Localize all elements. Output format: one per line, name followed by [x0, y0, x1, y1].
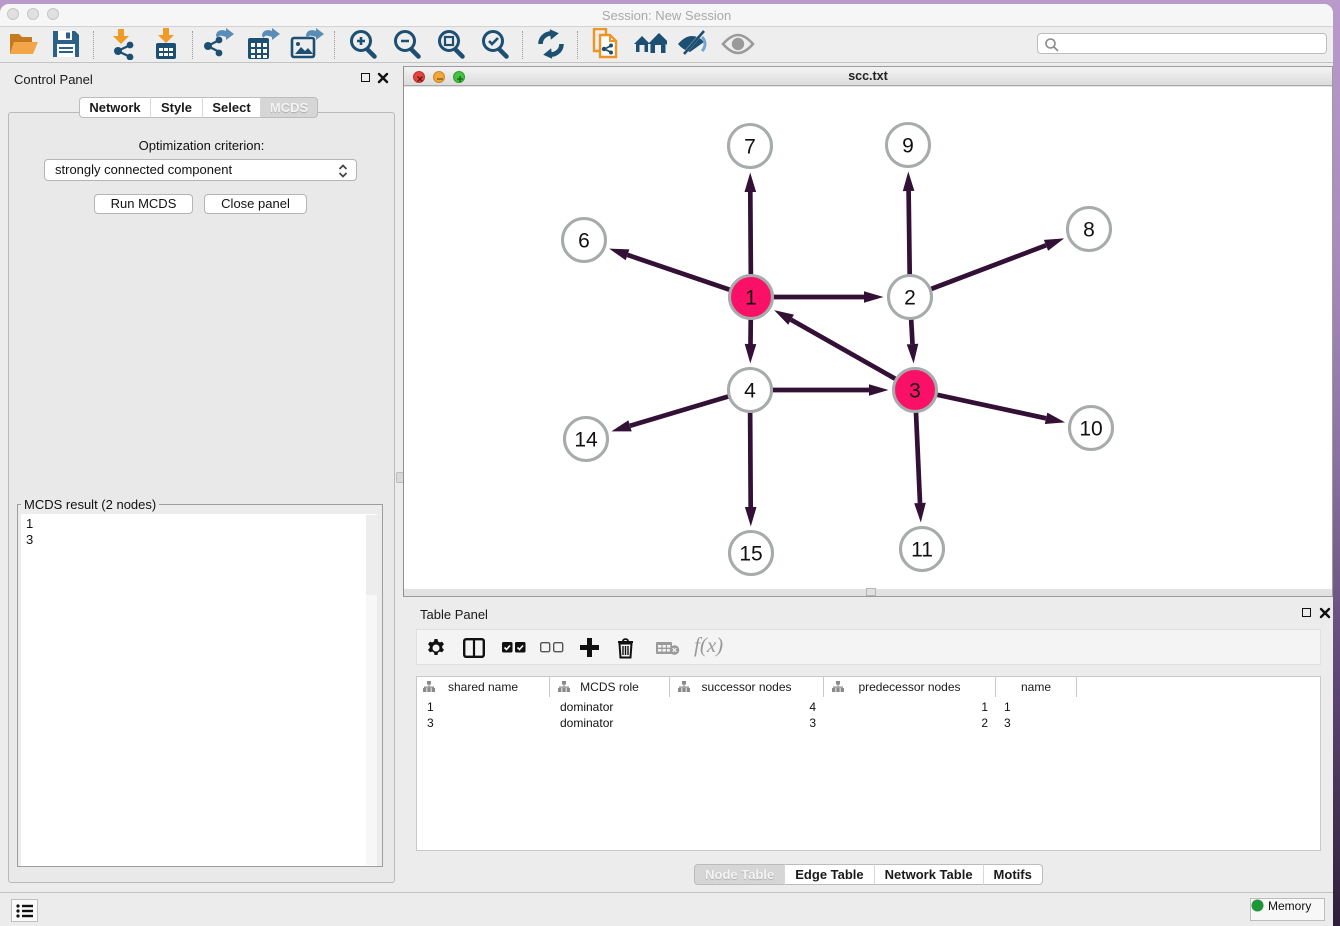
svg-text:3: 3: [909, 380, 921, 403]
svg-text:6: 6: [578, 230, 590, 253]
svg-text:1: 1: [745, 287, 757, 310]
svg-text:14: 14: [574, 429, 598, 452]
svg-text:2: 2: [904, 287, 916, 310]
svg-text:4: 4: [744, 380, 756, 403]
svg-text:10: 10: [1079, 418, 1102, 441]
svg-text:9: 9: [902, 135, 914, 158]
svg-text:15: 15: [739, 543, 762, 566]
svg-text:11: 11: [911, 539, 933, 562]
svg-text:8: 8: [1083, 219, 1095, 242]
svg-text:7: 7: [744, 136, 756, 159]
